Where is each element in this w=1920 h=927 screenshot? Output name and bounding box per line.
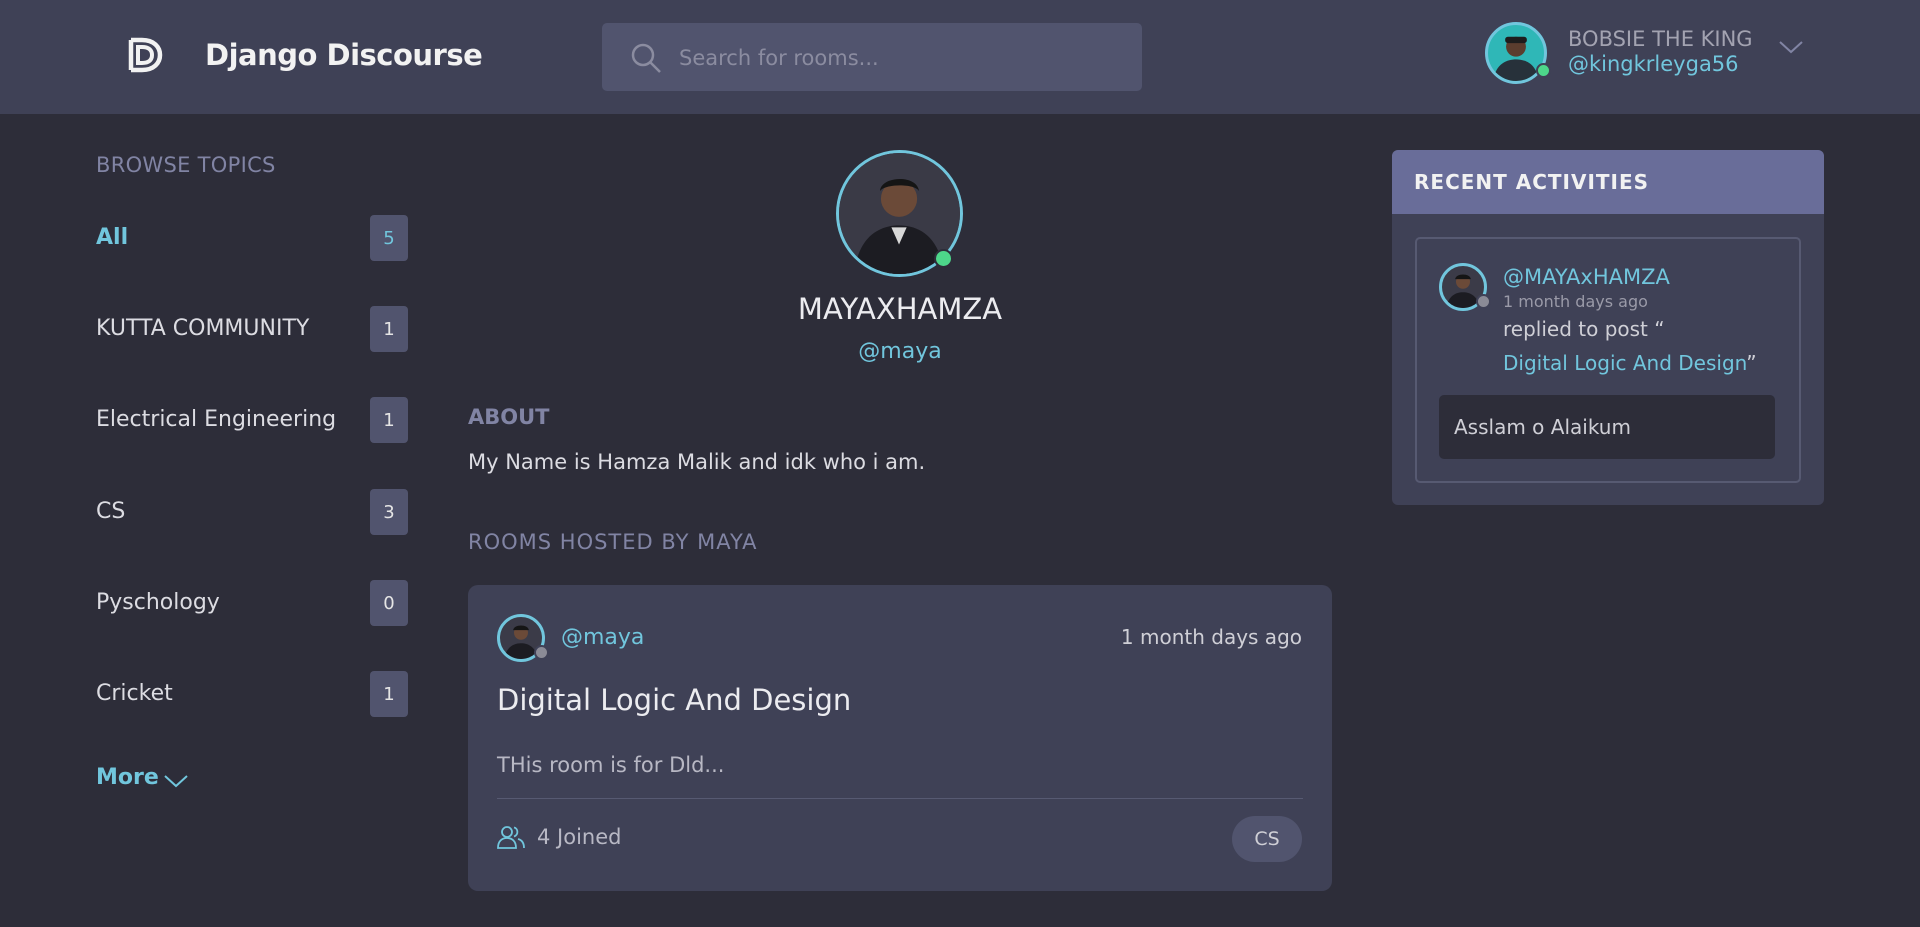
offline-status-indicator xyxy=(1476,294,1491,309)
room-search-box[interactable] xyxy=(602,23,1142,93)
activity-message: Asslam o Alaikum xyxy=(1439,395,1775,459)
room-divider xyxy=(497,798,1303,799)
activity-item: @MAYAxHAMZA 1 month days ago replied to … xyxy=(1415,237,1801,483)
room-joined-count: 4 Joined xyxy=(537,825,622,849)
more-label: More xyxy=(96,765,159,790)
room-timestamp: 1 month days ago xyxy=(1120,625,1302,649)
about-heading: ABOUT xyxy=(468,405,550,429)
online-status-indicator xyxy=(934,249,953,268)
activity-quote-close: ” xyxy=(1746,351,1757,375)
search-input[interactable] xyxy=(677,23,1121,93)
django-discourse-logo-icon[interactable] xyxy=(124,34,164,76)
room-description: THis room is for Dld... xyxy=(497,753,725,777)
top-navbar: Django Discourse BOBSIE THE KING @kingkr… xyxy=(0,0,1920,114)
topic-item-cricket[interactable]: Cricket 1 xyxy=(96,671,408,719)
offline-status-indicator xyxy=(534,645,549,660)
activity-room-link-label: Digital Logic And Design xyxy=(1503,351,1747,375)
activity-room-link[interactable]: Digital Logic And Design” xyxy=(1503,351,1757,375)
recent-activities-header: RECENT ACTIVITIES xyxy=(1392,150,1824,214)
room-title-link[interactable]: Digital Logic And Design xyxy=(497,683,851,717)
activity-user-handle[interactable]: @MAYAxHAMZA xyxy=(1503,265,1670,289)
room-card: @maya 1 month days ago Digital Logic And… xyxy=(468,585,1332,891)
participants-icon xyxy=(497,826,525,849)
topic-label: Electrical Engineering xyxy=(96,407,337,432)
user-display-name[interactable]: BOBSIE THE KING xyxy=(1568,27,1753,51)
topic-item-electrical-engineering[interactable]: Electrical Engineering 1 xyxy=(96,397,408,445)
rooms-hosted-heading: ROOMS HOSTED BY MAYA xyxy=(468,530,758,554)
topic-count-badge: 3 xyxy=(370,489,408,535)
search-icon xyxy=(631,43,661,73)
browse-topics-heading: BROWSE TOPICS xyxy=(96,153,276,177)
chevron-down-icon xyxy=(164,775,188,788)
topic-label: CS xyxy=(96,499,126,524)
recent-activities-title: RECENT ACTIVITIES xyxy=(1414,170,1650,194)
about-text: My Name is Hamza Malik and idk who i am. xyxy=(468,450,926,474)
brand-title[interactable]: Django Discourse xyxy=(205,38,483,72)
topic-count-badge: 5 xyxy=(370,215,408,261)
activity-description: replied to post “ xyxy=(1503,317,1665,341)
topic-item-pyschology[interactable]: Pyschology 0 xyxy=(96,580,408,628)
topic-item-all[interactable]: All 5 xyxy=(96,215,408,263)
topic-count-badge: 1 xyxy=(370,671,408,717)
room-topic-tag[interactable]: CS xyxy=(1232,816,1302,862)
topic-count-badge: 0 xyxy=(370,580,408,626)
topic-label: All xyxy=(96,225,129,250)
recent-activities-panel: RECENT ACTIVITIES @MAYAxHAMZA 1 month da… xyxy=(1392,150,1824,505)
user-handle[interactable]: @kingkrleyga56 xyxy=(1568,52,1739,76)
topic-item-cs[interactable]: CS 3 xyxy=(96,489,408,537)
room-host-handle[interactable]: @maya xyxy=(561,625,644,650)
topic-count-badge: 1 xyxy=(370,397,408,443)
activity-timestamp: 1 month days ago xyxy=(1503,292,1648,311)
online-status-indicator xyxy=(1536,63,1551,78)
chevron-down-icon[interactable] xyxy=(1778,38,1804,56)
topic-label: Cricket xyxy=(96,681,173,706)
topic-label: Pyschology xyxy=(96,590,220,615)
more-topics-button[interactable]: More xyxy=(96,765,188,790)
